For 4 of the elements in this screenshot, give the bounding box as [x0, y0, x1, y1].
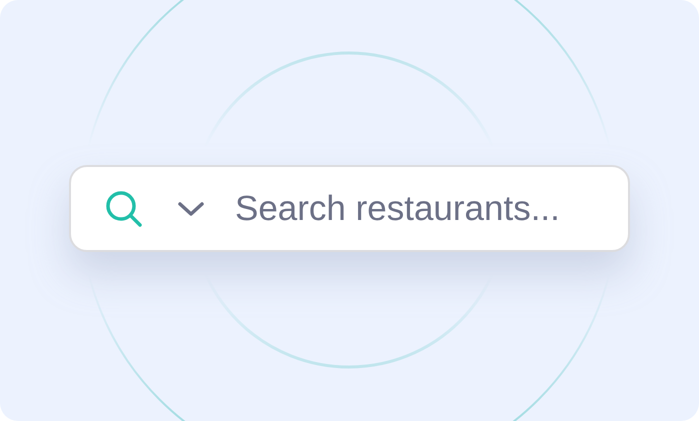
search-field[interactable]: Search restaurants...: [69, 165, 630, 252]
search-input[interactable]: Search restaurants...: [233, 188, 628, 230]
chevron-down-icon[interactable]: [177, 200, 205, 216]
search-icon: [105, 190, 143, 228]
